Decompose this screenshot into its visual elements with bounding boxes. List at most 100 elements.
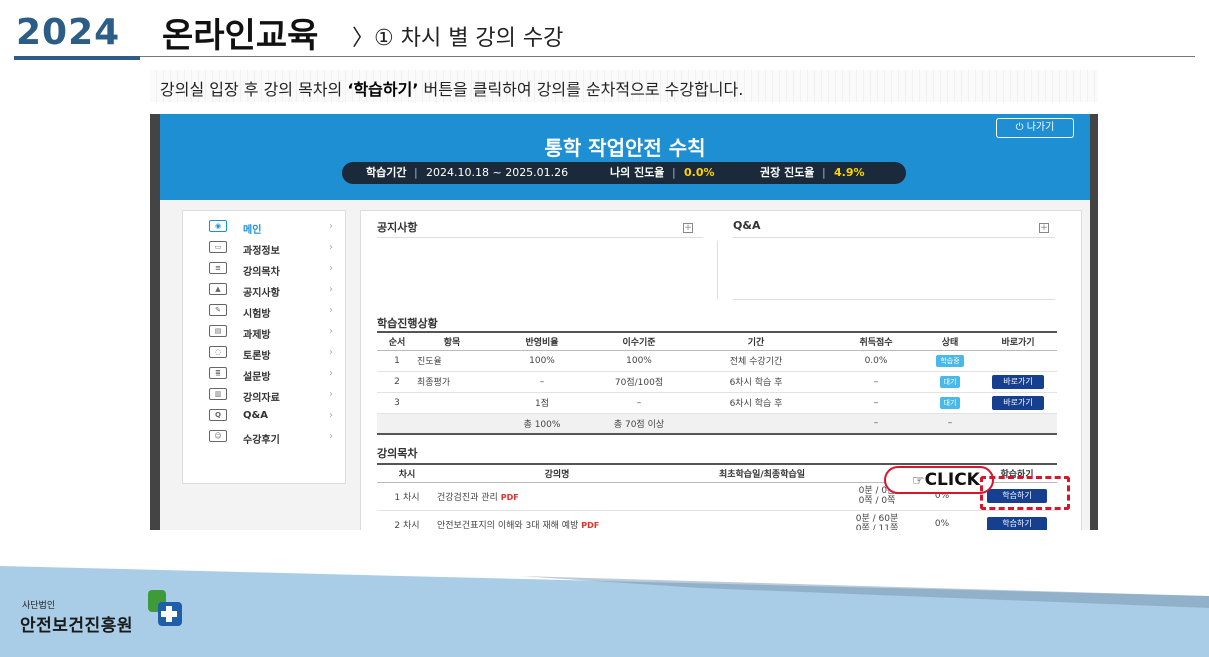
recommended-value: 4.9% [834, 166, 865, 179]
exit-label: 나가기 [1026, 122, 1055, 133]
chevron-right-icon: › [329, 431, 333, 442]
toc-chapter: 1 차시 [377, 482, 437, 511]
assignment-icon: ▤ [209, 325, 227, 337]
materials-icon: ▥ [209, 388, 227, 400]
study-period-bar: 학습기간 | 2024.10.18 ~ 2025.01.26 나의 진도율 | … [342, 162, 906, 184]
progress-header: 반영비율 [487, 331, 597, 351]
sidebar-item-8[interactable]: ▥ 강의자료 › [183, 385, 347, 405]
notice-more-icon[interactable]: + [683, 223, 693, 233]
survey-icon: ≣ [209, 367, 227, 379]
chevron-right-icon: › [329, 347, 333, 358]
sidebar-item-1[interactable]: ▭ 과정정보 › [183, 238, 347, 258]
instruction-pre: 강의실 입장 후 강의 목차의 [160, 80, 348, 99]
instruction-text: 강의실 입장 후 강의 목차의 ‘학습하기’ 버튼을 클릭하여 강의를 순차적으… [160, 76, 743, 100]
progress-sum-cell: – [831, 413, 921, 435]
year-label: 2024 [16, 12, 121, 53]
qna-rule [733, 237, 1055, 238]
sidebar-item-3[interactable]: ▲ 공지사항 › [183, 280, 347, 300]
period-separator: | [414, 166, 418, 179]
progress-header: 기간 [681, 331, 831, 351]
org-logo-icon [148, 590, 182, 626]
sidebar-item-0[interactable]: ◉ 메인 › [183, 217, 347, 237]
toc-header: 강의명 [437, 463, 677, 483]
panel-separator [717, 241, 718, 299]
progress-sum-cell [377, 413, 417, 435]
sidebar-item-label: Q&A [243, 410, 268, 421]
progress-cell: 2 [377, 371, 417, 393]
sidebar-item-10[interactable]: ☺ 수강후기 › [183, 427, 347, 447]
lms-sidebar: ◉ 메인 › ▭ 과정정보 › ≡ 강의목차 › ▲ 공지사항 › ✎ 시험방 › ▤ 과제방 › ◌ 토론방 › ≣ 설문… [182, 210, 346, 484]
progress-cell: 6차시 학습 후 [681, 371, 831, 393]
exit-button[interactable]: ⏻ 나가기 [996, 118, 1074, 138]
progress-cell: 전체 수강기간 [681, 350, 831, 372]
progress-row: 2 최종평가 –70점/100점 6차시 학습 후 – 대기 바로가기 [377, 371, 1057, 393]
exam-icon: ✎ [209, 304, 227, 316]
org-type-label: 사단법인 [22, 601, 56, 611]
sidebar-item-2[interactable]: ≡ 강의목차 › [183, 259, 347, 279]
list-icon: ≡ [209, 262, 227, 274]
lms-screenshot: 통학 작업안전 수칙 ⏻ 나가기 학습기간 | 2024.10.18 ~ 202… [150, 114, 1098, 530]
progress-cell: – [597, 392, 681, 414]
progress-cell: 100% [597, 350, 681, 372]
qna-more-icon[interactable]: + [1039, 223, 1049, 233]
progress-cell: 최종평가 [417, 371, 487, 393]
progress-header: 이수기준 [597, 331, 681, 351]
study-button[interactable]: 학습하기 [987, 517, 1047, 530]
go-button[interactable]: 바로가기 [992, 395, 1044, 410]
pdf-icon[interactable]: PDF [581, 521, 599, 530]
click-label: ☞CLICK [912, 470, 980, 490]
sidebar-item-label: 수강후기 [243, 435, 280, 446]
status-badge: 대기 [939, 396, 961, 409]
pdf-icon[interactable]: PDF [501, 493, 519, 502]
sidebar-item-label: 설문방 [243, 372, 271, 383]
progress-cell: 0.0% [831, 350, 921, 372]
year-underline [14, 56, 140, 60]
chevron-right-icon: › [329, 326, 333, 337]
power-icon: ⏻ [1015, 122, 1027, 133]
progress-header: 항목 [417, 331, 487, 351]
toc-time: 0분 / 60분 [855, 514, 899, 524]
progress-row: 1 진도율 100% 100% 전체 수강기간 0.0% 학습중 [377, 350, 1057, 372]
chevron-right-icon: › [329, 305, 333, 316]
progress-sum-cell: 총 100% [487, 413, 597, 435]
status-badge: 대기 [939, 375, 961, 388]
progress-header: 상태 [921, 331, 979, 351]
sidebar-item-label: 토론방 [243, 351, 271, 362]
notice-rule [377, 237, 703, 238]
period-label: 학습기간 [366, 166, 407, 179]
go-button[interactable]: 바로가기 [992, 374, 1044, 389]
status-badge: 학습중 [936, 354, 964, 367]
instruction-post: 버튼을 클릭하여 강의를 순차적으로 수강합니다. [418, 80, 744, 99]
slide-title: 온라인교육 [162, 16, 319, 56]
org-name: 안전보건진흥원 [20, 616, 133, 636]
chevron-right-icon: › [329, 410, 333, 421]
sidebar-item-6[interactable]: ◌ 토론방 › [183, 343, 347, 363]
progress-cell: – [831, 392, 921, 414]
course-header: 통학 작업안전 수칙 ⏻ 나가기 학습기간 | 2024.10.18 ~ 202… [160, 114, 1090, 200]
toc-title: 강의목차 [377, 447, 418, 460]
qna-icon: Q [209, 409, 227, 421]
sidebar-item-label: 과정정보 [243, 246, 280, 257]
sidebar-item-label: 강의자료 [243, 393, 280, 404]
toc-pages: 0쪽 / 11쪽 [855, 524, 899, 530]
sidebar-item-7[interactable]: ≣ 설문방 › [183, 364, 347, 384]
chevron-right-icon: › [329, 284, 333, 295]
toc-lecture-name: 건강검진과 관리 [437, 492, 498, 503]
progress-sum-cell: – [921, 413, 979, 435]
sidebar-item-label: 과제방 [243, 330, 271, 341]
notice-title: 공지사항 [377, 221, 418, 234]
progress-cell: – [831, 371, 921, 393]
toc-header: 최초학습일/최종학습일 [677, 463, 847, 483]
progress-sum-cell: 총 70점 이상 [597, 413, 681, 435]
toc-lecture-name: 안전보건표지의 이해와 3대 재해 예방 [437, 520, 579, 531]
sidebar-item-5[interactable]: ▤ 과제방 › [183, 322, 347, 342]
progress-cell: 진도율 [417, 350, 487, 372]
monitor-icon: ▭ [209, 241, 227, 253]
progress-table: 순서 항목 반영비율 이수기준 기간 취득점수 상태 바로가기 1 진도율 100% 100% 전체 … [377, 331, 1057, 435]
progress-sum-cell [979, 413, 1057, 435]
sidebar-item-9[interactable]: Q Q&A › [183, 406, 347, 426]
toc-pages: 0쪽 / 0쪽 [858, 496, 896, 506]
hand-pointer-icon: ☞ [912, 473, 925, 489]
sidebar-item-label: 강의목차 [243, 267, 280, 278]
sidebar-item-4[interactable]: ✎ 시험방 › [183, 301, 347, 321]
